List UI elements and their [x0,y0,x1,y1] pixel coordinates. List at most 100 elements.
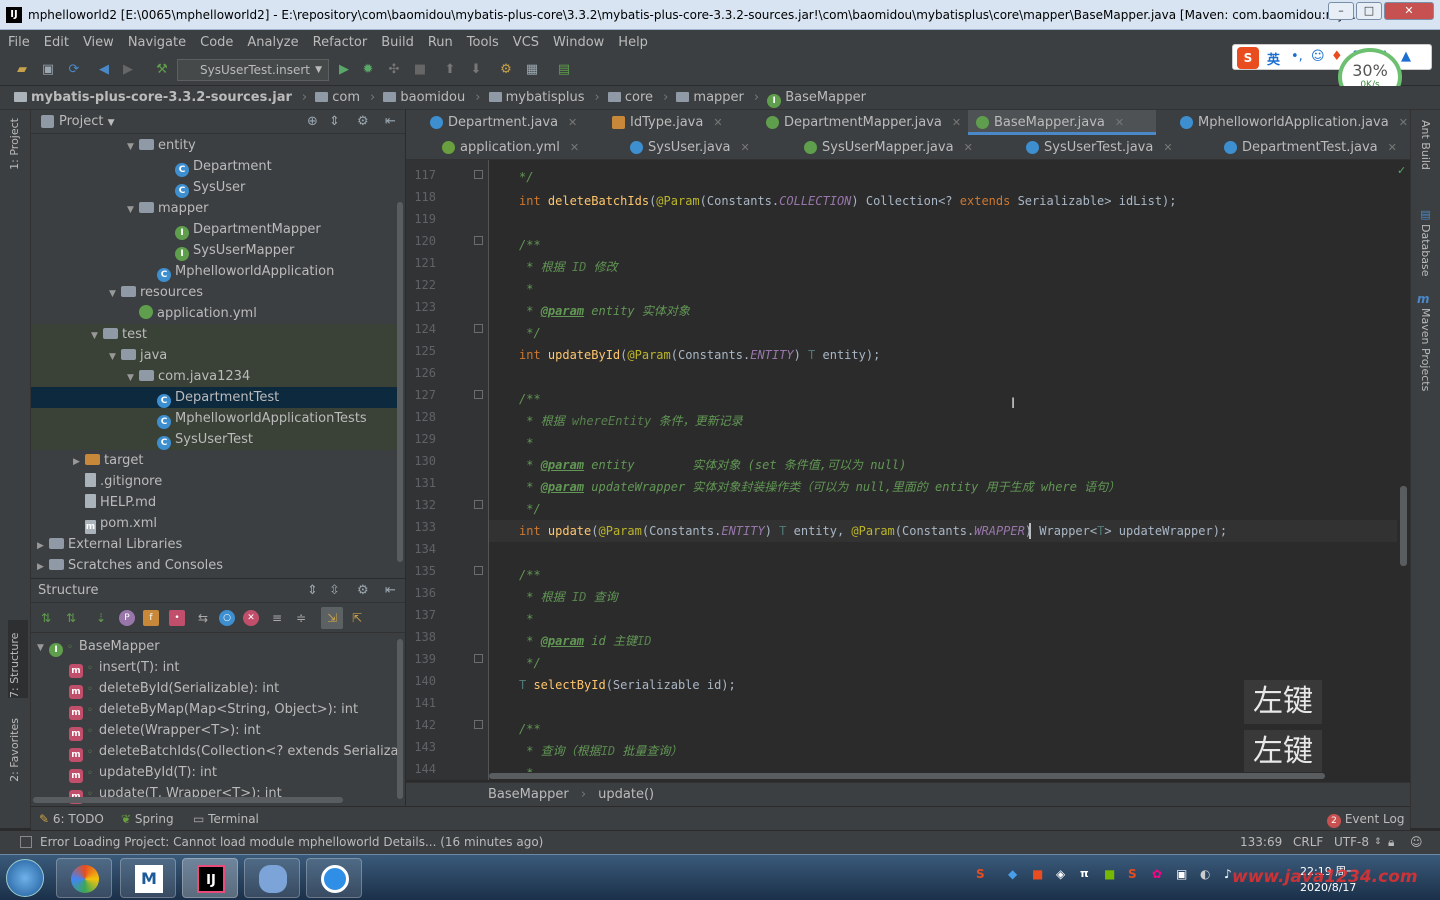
tab-sysusertest-java[interactable]: SysUserTest.java ✕ [1018,135,1173,160]
tab-sysusermapper-java[interactable]: SysUserMapper.java ✕ [796,135,973,160]
close-tab-icon[interactable]: ✕ [741,141,750,154]
structure-scrollbar[interactable] [397,639,403,799]
close-tab-icon[interactable]: ✕ [1115,116,1124,129]
editor-crumb-method[interactable]: update() [598,787,654,802]
collapse-all-icon[interactable]: ≑ [293,610,309,626]
menu-window[interactable]: Window [545,31,610,55]
breadcrumb-mybatisplus[interactable]: mybatisplus [488,86,585,110]
ant-build-tool-tab[interactable]: Ant Build [1419,120,1432,170]
editor-crumb-class[interactable]: BaseMapper [488,787,569,802]
collapse-icon[interactable]: ⇳ [329,579,340,603]
minimize-button[interactable]: – [1328,2,1354,20]
project-tree-item[interactable]: .gitignore [31,471,397,492]
editor-hscroll-thumb[interactable] [489,773,1325,779]
lambdas-icon[interactable]: ⇆ [195,610,211,626]
structure-root-item[interactable]: ▼ I ◦ BaseMapper [37,636,160,657]
close-tab-icon[interactable]: ✕ [570,141,579,154]
ime-language[interactable]: 英 [1267,49,1280,68]
menu-edit[interactable]: Edit [36,31,75,55]
project-tree-item[interactable]: ▼ java [31,345,397,366]
forward-icon[interactable]: ▶ [120,62,136,78]
hide-icon[interactable]: ⇤ [385,110,396,134]
spring-tool-tab[interactable]: ❦ Spring [121,807,174,831]
tab-application-yml[interactable]: application.yml ✕ [434,135,579,160]
menu-tools[interactable]: Tools [459,31,505,55]
menu-help[interactable]: Help [610,31,654,55]
structure-method-item[interactable]: m ◦ deleteById(Serializable): int [69,678,399,699]
run-config-select[interactable]: SysUserTest.insert ▼ [177,59,329,81]
properties-icon[interactable]: P [119,610,135,626]
structure-method-item[interactable]: m ◦ deleteBatchIds(Collection<? extends Se… [69,741,399,762]
save-icon[interactable]: ▣ [40,62,56,78]
shield-tray-icon[interactable]: ◈ [1056,867,1065,881]
fold-marker-icon[interactable] [474,324,483,333]
todo-tool-tab[interactable]: ✎ 6: TODO [39,807,104,831]
expand-arrow-icon[interactable]: ▼ [109,347,121,368]
taskbar-app-dolphin[interactable] [244,858,300,898]
structure-tool-tab[interactable]: 7: Structure [8,620,28,698]
editor-scroll-thumb[interactable] [1400,486,1407,566]
close-tab-icon[interactable]: ✕ [952,116,961,129]
caret-position[interactable]: 133:69 [1240,831,1282,853]
breadcrumb-basemapper[interactable]: I BaseMapper [767,86,866,110]
project-tree-item[interactable]: C DepartmentTest [31,387,397,408]
nvidia-tray-icon[interactable]: ■ [1104,867,1115,881]
line-separator[interactable]: CRLF [1293,831,1323,853]
expand-icon[interactable]: ⇕ [307,579,318,603]
close-tab-icon[interactable]: ✕ [1399,116,1408,129]
sort-alpha-icon[interactable]: ⇅ [63,610,79,626]
project-tree-item[interactable]: I SysUserMapper [31,240,397,261]
skin-icon[interactable]: ▲ [1401,49,1411,64]
fold-marker-icon[interactable] [474,170,483,179]
event-log-tool-tab[interactable]: 2 Event Log [1327,807,1404,831]
sync-icon[interactable]: ⟳ [66,62,82,78]
breadcrumb-jar[interactable]: mybatis-plus-core-3.3.2-sources.jar [14,86,292,110]
project-tree-item[interactable]: C MphelloworldApplication [31,261,397,282]
fields-icon[interactable]: f [143,610,159,626]
tab-departmenttest-java[interactable]: DepartmentTest.java ✕ [1216,135,1397,160]
tab-sysuser-java[interactable]: SysUser.java ✕ [622,135,750,160]
close-button[interactable]: ✕ [1384,2,1434,20]
project-tool-tab[interactable]: 1: Project [8,118,21,170]
taskbar-app-intellij[interactable]: IJ [182,858,238,898]
lock-icon[interactable]: 🔒︎ [1388,831,1394,853]
editor-horizontal-scrollbar[interactable] [489,772,1397,780]
build-icon[interactable]: ⚒ [154,62,170,78]
ime-toolbar[interactable]: S 英 •, ☺ ♦ ⌨ ♟ ▲ [1232,44,1432,70]
project-panel-title[interactable]: Project [59,114,103,129]
menu-navigate[interactable]: Navigate [120,31,192,55]
fold-marker-icon[interactable] [474,720,483,729]
editor-gutter[interactable]: 117 118 119 120 121 122 123 124 125 126 127 128 129 1… [406,160,504,780]
menu-run[interactable]: Run [420,31,459,55]
maven-projects-tool-tab[interactable]: Maven Projects [1419,308,1432,391]
project-tree-item[interactable]: I DepartmentMapper [31,219,397,240]
tab-department-java[interactable]: Department.java ✕ [422,110,577,135]
expand-arrow-icon[interactable]: ▼ [37,638,49,659]
speaker-tray-icon[interactable]: ♪ [1224,867,1232,881]
project-tree-item[interactable]: ▼ com.java1234 [31,366,397,387]
tab-idtype-java[interactable]: IdType.java ✕ [604,110,723,135]
settings-icon[interactable]: ⚙ [498,62,514,78]
structure-hscrollbar[interactable] [33,797,343,803]
menu-code[interactable]: Code [192,31,239,55]
close-tab-icon[interactable]: ✕ [568,116,577,129]
chevron-down-icon[interactable]: ▼ [108,118,115,128]
structure-method-item[interactable]: m ◦ insert(T): int [69,657,399,678]
fold-marker-icon[interactable] [474,236,483,245]
project-tree-item[interactable]: HELP.md [31,492,397,513]
non-public-icon[interactable]: • [169,610,185,626]
sort-visibility-icon[interactable]: ⇅ [38,610,54,626]
menu-analyze[interactable]: Analyze [239,31,304,55]
collapse-icon[interactable]: ⇕ [329,110,340,134]
close-tab-icon[interactable]: ✕ [1388,141,1397,154]
project-structure-icon[interactable]: ▦ [524,62,540,78]
project-tree-item[interactable]: ▼ entity [31,135,397,156]
expand-arrow-icon[interactable]: ▼ [127,137,139,158]
breadcrumb-baomidou[interactable]: baomidou [383,86,465,110]
terminal-tool-tab[interactable]: ▭ Terminal [193,807,259,831]
anonymous-icon[interactable]: ○ [219,610,235,626]
emoji-icon[interactable]: ☺ [1311,49,1325,64]
stop-icon[interactable]: ■ [412,62,428,78]
security-tray-icon[interactable]: ■ [1032,867,1043,881]
project-tree-item[interactable]: application.yml [31,303,397,324]
